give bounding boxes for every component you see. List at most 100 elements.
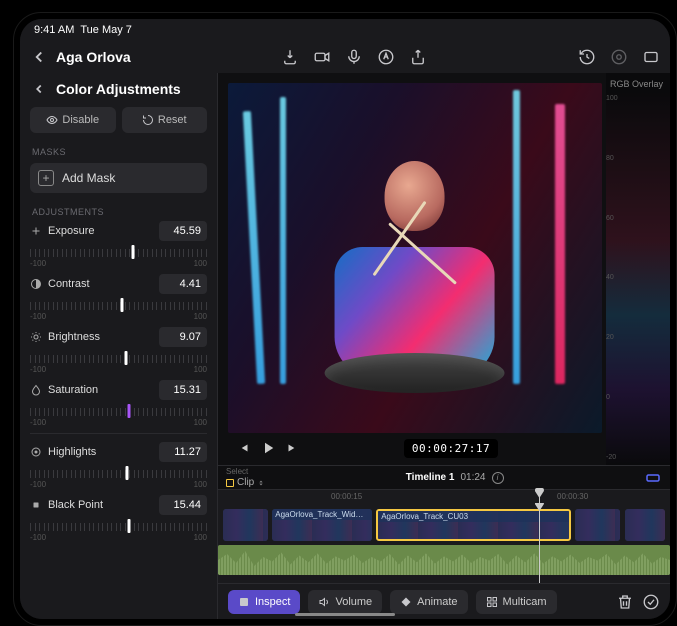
panel-back-icon[interactable]	[32, 82, 46, 96]
scope-tick: 0	[606, 394, 620, 401]
text-tool-icon[interactable]	[377, 48, 395, 66]
import-icon[interactable]	[281, 48, 299, 66]
clip-selector[interactable]: Clip	[226, 477, 265, 488]
trash-icon[interactable]	[616, 593, 634, 611]
project-title: Aga Orlova	[56, 49, 131, 65]
adjustment-contrast: Contrast4.41-100100	[30, 272, 207, 321]
masks-section-header: MASKS	[20, 139, 217, 159]
scope-tick: 20	[606, 334, 620, 341]
timeline-ruler[interactable]: 00:00:15 00:00:30	[218, 489, 670, 503]
reset-button[interactable]: Reset	[122, 107, 208, 133]
adjustment-exposure: Exposure45.59-100100	[30, 219, 207, 268]
adjustment-slider[interactable]	[30, 404, 207, 424]
adjustment-label: Saturation	[48, 384, 153, 396]
scope-label: RGB Overlay	[606, 73, 670, 91]
video-clip[interactable]: AgaOrlova_Track_CU03	[376, 509, 570, 541]
timeline-header: Select Clip Timeline 1 01:24 i	[218, 465, 670, 489]
adjustments-section-header: ADJUSTMENTS	[20, 199, 217, 219]
playhead[interactable]	[539, 490, 540, 503]
adjustment-value[interactable]: 11.27	[159, 442, 207, 462]
timeline-tracks[interactable]: AgaOrlova_Track_Wid… AgaOrlova_Track_CU03	[218, 503, 670, 583]
timeline-name: Timeline 1	[406, 472, 455, 483]
video-clip[interactable]: AgaOrlova_Track_Wid…	[272, 509, 371, 541]
viewer: 00:00:27:17	[218, 73, 606, 465]
highlights-icon	[30, 446, 42, 458]
adjustment-slider[interactable]	[30, 466, 207, 486]
add-mask-button[interactable]: + Add Mask	[30, 163, 207, 193]
volume-button[interactable]: Volume	[308, 590, 382, 614]
playhead-line[interactable]	[539, 503, 540, 583]
adjustment-value[interactable]: 15.44	[159, 495, 207, 515]
exposure-icon	[30, 225, 42, 237]
ruler-marker: 00:00:15	[331, 492, 362, 501]
top-bar: Aga Orlova	[20, 41, 670, 73]
status-date: Tue May 7	[80, 24, 132, 36]
adjustment-slider[interactable]	[30, 519, 207, 539]
slider-knob[interactable]	[128, 519, 131, 533]
play-button[interactable]	[258, 438, 278, 458]
home-indicator[interactable]	[295, 613, 395, 616]
adjustment-value[interactable]: 15.31	[159, 380, 207, 400]
voiceover-mic-icon[interactable]	[345, 48, 363, 66]
adjustment-value[interactable]: 4.41	[159, 274, 207, 294]
history-icon[interactable]	[578, 48, 596, 66]
disable-button[interactable]: Disable	[30, 107, 116, 133]
timeline-duration: 01:24	[460, 472, 485, 483]
slider-knob[interactable]	[121, 298, 124, 312]
bottom-toolbar: Inspect Volume Animate Multicam	[218, 583, 670, 619]
adjustment-value[interactable]: 45.59	[159, 221, 207, 241]
back-chevron-icon[interactable]	[30, 48, 48, 66]
scope-tick: 40	[606, 274, 620, 281]
clip-label: AgaOrlova_Track_CU03	[378, 511, 568, 522]
settings-icon[interactable]	[610, 48, 628, 66]
prev-frame-button[interactable]	[234, 438, 254, 458]
eye-icon	[46, 114, 58, 126]
video-clip[interactable]	[575, 509, 620, 541]
transport-bar: 00:00:27:17	[228, 433, 602, 463]
scope-tick: 80	[606, 155, 620, 162]
status-time: 9:41 AM	[34, 24, 74, 36]
inspect-button[interactable]: Inspect	[228, 590, 300, 614]
status-bar: 9:41 AM Tue May 7	[20, 19, 670, 41]
confirm-icon[interactable]	[642, 593, 660, 611]
panel-title: Color Adjustments	[56, 81, 181, 97]
adjustment-value[interactable]: 9.07	[159, 327, 207, 347]
adjustment-label: Brightness	[48, 331, 153, 343]
select-label: Select	[226, 467, 265, 476]
blackpoint-icon	[30, 499, 42, 511]
info-icon[interactable]: i	[492, 472, 504, 484]
animate-button[interactable]: Animate	[390, 590, 467, 614]
adjustment-highlights: Highlights11.27-100100	[30, 440, 207, 489]
adjustment-slider[interactable]	[30, 351, 207, 371]
ruler-marker: 00:00:30	[557, 492, 588, 501]
adjustment-label: Highlights	[48, 446, 153, 458]
adjustment-saturation: Saturation15.31-100100	[30, 378, 207, 427]
timeline-tool-icon[interactable]	[644, 469, 662, 487]
adjustment-slider[interactable]	[30, 298, 207, 318]
slider-knob[interactable]	[124, 351, 127, 365]
slider-knob[interactable]	[128, 404, 131, 418]
adjustment-label: Exposure	[48, 225, 153, 237]
timecode-display[interactable]: 00:00:27:17	[404, 439, 498, 458]
slider-knob[interactable]	[131, 245, 134, 259]
adjustment-label: Contrast	[48, 278, 153, 290]
multicam-icon	[486, 596, 498, 608]
inspector-sidebar: Color Adjustments Disable Reset MASKS + …	[20, 73, 218, 619]
share-icon[interactable]	[409, 48, 427, 66]
adjustment-slider[interactable]	[30, 245, 207, 265]
audio-track[interactable]	[218, 545, 670, 575]
video-scope[interactable]: RGB Overlay 100806040200-20	[606, 73, 670, 465]
slider-knob[interactable]	[126, 466, 129, 480]
chevron-updown-icon	[257, 478, 265, 488]
preview-canvas[interactable]	[228, 83, 602, 433]
saturation-icon	[30, 384, 42, 396]
multicam-button[interactable]: Multicam	[476, 590, 557, 614]
next-frame-button[interactable]	[282, 438, 302, 458]
video-clip[interactable]	[625, 509, 666, 541]
adjustment-brightness: Brightness9.07-100100	[30, 325, 207, 374]
camera-icon[interactable]	[313, 48, 331, 66]
volume-icon	[318, 596, 330, 608]
video-clip[interactable]	[223, 509, 268, 541]
fullscreen-icon[interactable]	[642, 48, 660, 66]
plus-icon: +	[38, 170, 54, 186]
